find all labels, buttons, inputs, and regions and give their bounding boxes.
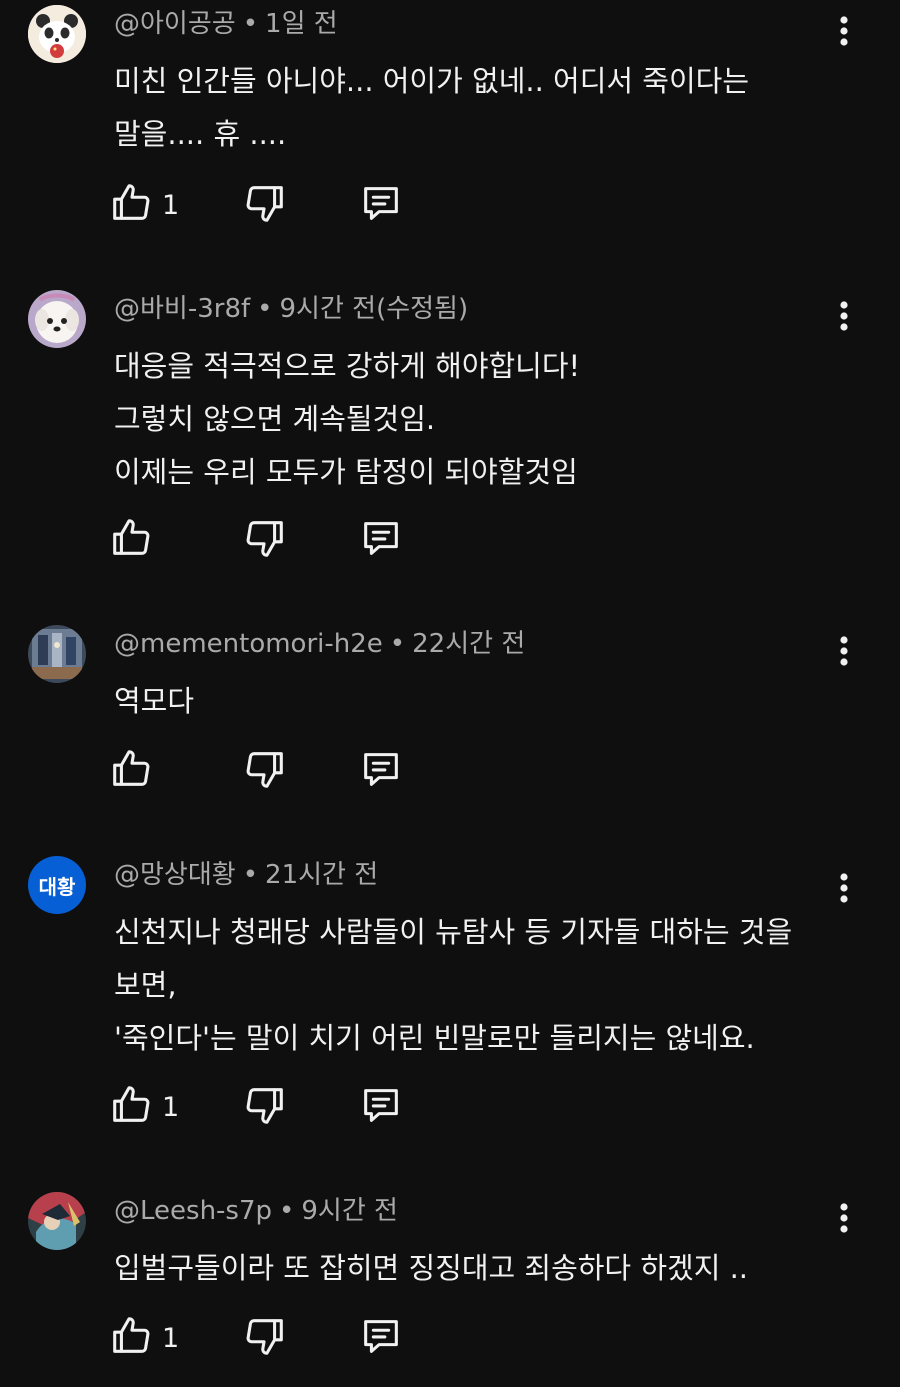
comment-actions: 1 (108, 1314, 428, 1362)
comment-time[interactable]: 22시간 전 (412, 629, 525, 659)
comment-line: 역모다 (114, 684, 195, 718)
dislike-button[interactable] (242, 181, 288, 229)
comment-time[interactable]: 21시간 전 (265, 860, 378, 890)
comment-actions (108, 516, 428, 564)
comment-meta: @바비-3r8f • 9시간 전(수정됨) (114, 292, 468, 326)
avatar[interactable] (28, 625, 86, 683)
thumbs-down-icon (242, 746, 288, 796)
comment-line: 그렇치 않으면 계속될것임. (114, 402, 436, 436)
comment-author[interactable]: @mementomori-h2e (114, 629, 383, 659)
avatar-initials: 대황 (38, 874, 76, 899)
comment-actions: 1 (108, 181, 428, 229)
comment-line: 미친 인간들 아니야... 어이가 없네.. 어디서 죽이다는 (114, 64, 750, 98)
separator-dot: • (279, 1196, 295, 1226)
reply-icon (358, 1313, 404, 1363)
comment-meta: @망상대황 • 21시간 전 (114, 858, 378, 892)
reply-button[interactable] (358, 1314, 404, 1362)
comment-meta: @아이공공 • 1일 전 (114, 7, 338, 41)
avatar[interactable] (28, 1192, 86, 1250)
thumbs-up-icon (108, 746, 154, 796)
reply-icon (358, 1082, 404, 1132)
dislike-button[interactable] (242, 516, 288, 564)
comment-line: 이제는 우리 모두가 탐정이 되야할것임 (114, 455, 578, 489)
avatar[interactable] (28, 5, 86, 63)
comment-author[interactable]: @바비-3r8f (114, 294, 250, 324)
separator-dot: • (389, 629, 406, 659)
thumbs-up-icon (108, 1313, 154, 1363)
reply-icon (358, 180, 404, 230)
more-vertical-icon[interactable] (828, 866, 860, 910)
like-count: 1 (162, 1322, 180, 1354)
comment-author[interactable]: @망상대황 (114, 860, 236, 890)
like-button[interactable]: 1 (108, 181, 179, 229)
comment-meta: @Leesh-s7p • 9시간 전 (114, 1194, 398, 1228)
like-button[interactable] (108, 516, 162, 564)
comment-text: 신천지나 청래당 사람들이 뉴탐사 등 기자들 대하는 것을 보면, '죽인다'… (114, 906, 844, 1065)
comment-time[interactable]: 9시간 전 (301, 1196, 398, 1226)
dislike-button[interactable] (242, 747, 288, 795)
comment-text: 미친 인간들 아니야... 어이가 없네.. 어디서 죽이다는 말을.... 휴… (114, 55, 844, 161)
like-button[interactable]: 1 (108, 1314, 179, 1362)
comment-text: 대응을 적극적으로 강하게 해야합니다! 그렇치 않으면 계속될것임. 이제는 … (114, 340, 844, 499)
comment-line: 입벌구들이라 또 잡히면 징징대고 죄송하다 하겠지 .. (114, 1251, 749, 1285)
more-vertical-icon[interactable] (828, 629, 860, 673)
more-vertical-icon[interactable] (828, 9, 860, 53)
comment-actions: 1 (108, 1083, 428, 1131)
comment-line: 보면, (114, 968, 177, 1002)
avatar[interactable] (28, 290, 86, 348)
thumbs-up-icon (108, 1082, 154, 1132)
reply-button[interactable] (358, 1083, 404, 1131)
comment-time[interactable]: 9시간 전(수정됨) (280, 294, 469, 324)
comment-line: 대응을 적극적으로 강하게 해야합니다! (114, 349, 581, 383)
comment-line: 신천지나 청래당 사람들이 뉴탐사 등 기자들 대하는 것을 (114, 915, 793, 949)
avatar[interactable]: 대황 (28, 856, 86, 914)
dislike-button[interactable] (242, 1083, 288, 1131)
more-vertical-icon[interactable] (828, 1196, 860, 1240)
thumbs-down-icon (242, 1313, 288, 1363)
reply-button[interactable] (358, 747, 404, 795)
comment-line: 말을.... 휴 .... (114, 117, 287, 151)
separator-dot: • (242, 860, 259, 890)
comment-text: 입벌구들이라 또 잡히면 징징대고 죄송하다 하겠지 .. (114, 1242, 844, 1295)
reply-button[interactable] (358, 181, 404, 229)
separator-dot: • (242, 9, 259, 39)
thumbs-down-icon (242, 515, 288, 565)
comment-actions (108, 747, 428, 795)
comment-line: '죽인다'는 말이 치기 어린 빈말로만 들리지는 않네요. (114, 1021, 755, 1055)
thumbs-down-icon (242, 180, 288, 230)
reply-icon (358, 515, 404, 565)
comment-meta: @mementomori-h2e • 22시간 전 (114, 627, 525, 661)
comment-text: 역모다 (114, 675, 844, 728)
comment-author[interactable]: @아이공공 (114, 9, 236, 39)
like-button[interactable]: 1 (108, 1083, 179, 1131)
like-count: 1 (162, 1091, 180, 1123)
comment-author[interactable]: @Leesh-s7p (114, 1196, 272, 1226)
like-button[interactable] (108, 747, 162, 795)
thumbs-up-icon (108, 515, 154, 565)
comment-time[interactable]: 1일 전 (265, 9, 338, 39)
reply-button[interactable] (358, 516, 404, 564)
dislike-button[interactable] (242, 1314, 288, 1362)
like-count: 1 (162, 189, 180, 221)
thumbs-down-icon (242, 1082, 288, 1132)
separator-dot: • (257, 294, 273, 324)
reply-icon (358, 746, 404, 796)
more-vertical-icon[interactable] (828, 294, 860, 338)
thumbs-up-icon (108, 180, 154, 230)
